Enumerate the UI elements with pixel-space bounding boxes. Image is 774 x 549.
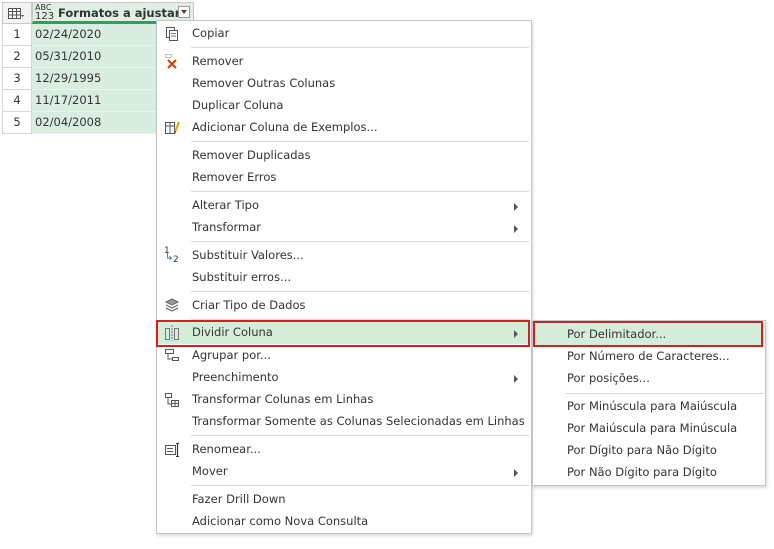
menu-item-copy[interactable]: Copiar	[158, 23, 530, 45]
row-number[interactable]: 1	[2, 24, 32, 46]
submenu-item-digit-to-non-digit[interactable]: Por Dígito para Não Dígito	[534, 440, 764, 462]
submenu-item-label: Por Dígito para Não Dígito	[567, 443, 717, 457]
menu-item-group-by[interactable]: Agrupar por...	[158, 345, 530, 367]
submenu-item-by-positions[interactable]: Por posições...	[534, 368, 764, 390]
unpivot-icon	[165, 393, 179, 407]
menu-item-label: Remover	[192, 54, 244, 68]
replace-values-icon: 1 ↳ 2	[164, 246, 179, 265]
menu-item-add-as-new-query[interactable]: Adicionar como Nova Consulta	[158, 511, 530, 533]
submenu-arrow-icon	[514, 203, 518, 211]
menu-item-rename[interactable]: Renomear...	[158, 439, 530, 461]
submenu-item-label: Por Minúscula para Maiúscula	[567, 399, 738, 413]
menu-item-replace-errors[interactable]: Substituir erros...	[158, 267, 530, 289]
row-number[interactable]: 4	[2, 90, 32, 112]
column-from-examples-icon	[165, 121, 180, 134]
menu-separator	[191, 291, 529, 292]
highlight-callout-by-delimiter	[533, 321, 763, 347]
rename-icon	[165, 443, 179, 457]
menu-item-label: Substituir erros...	[192, 270, 292, 284]
menu-separator	[191, 435, 529, 436]
menu-item-drill-down[interactable]: Fazer Drill Down	[158, 489, 530, 511]
menu-separator	[191, 485, 529, 486]
menu-item-label: Substituir Valores...	[192, 248, 304, 262]
menu-item-remove[interactable]: Remover	[158, 51, 530, 73]
highlight-callout-split-column	[156, 320, 530, 347]
menu-item-remove-duplicates[interactable]: Remover Duplicadas	[158, 145, 530, 167]
submenu-separator	[566, 393, 764, 394]
menu-item-label: Adicionar Coluna de Exemplos...	[192, 120, 378, 134]
menu-item-unpivot-selected-columns[interactable]: Transformar Somente as Colunas Seleciona…	[158, 411, 530, 433]
submenu-item-label: Por posições...	[567, 371, 650, 385]
submenu-item-label: Por Número de Caracteres...	[567, 349, 730, 363]
remove-column-icon	[165, 54, 177, 69]
column-title: Formatos a ajustar	[58, 6, 181, 20]
menu-item-unpivot-columns[interactable]: Transformar Colunas em Linhas	[158, 389, 530, 411]
menu-item-label: Copiar	[192, 26, 230, 40]
copy-icon	[166, 27, 178, 41]
data-type-icon	[164, 298, 180, 312]
menu-separator	[191, 191, 529, 192]
menu-item-label: Remover Outras Colunas	[192, 76, 336, 90]
menu-item-create-data-type[interactable]: Criar Tipo de Dados	[158, 295, 530, 317]
menu-item-label: Transformar Somente as Colunas Seleciona…	[192, 414, 525, 428]
row-number[interactable]: 2	[2, 46, 32, 68]
menu-item-label: Fazer Drill Down	[192, 492, 286, 506]
menu-item-label: Duplicar Coluna	[192, 98, 284, 112]
submenu-item-by-number-of-characters[interactable]: Por Número de Caracteres...	[534, 346, 764, 368]
menu-item-remove-errors[interactable]: Remover Erros	[158, 167, 530, 189]
table-icon	[8, 8, 24, 19]
type-icon-123: 123	[35, 11, 55, 22]
submenu-item-non-digit-to-digit[interactable]: Por Não Dígito para Dígito	[534, 462, 764, 484]
menu-item-label: Mover	[192, 464, 228, 478]
menu-item-label: Criar Tipo de Dados	[192, 298, 306, 312]
menu-item-label: Remover Duplicadas	[192, 148, 311, 162]
submenu-item-uppercase-to-lowercase[interactable]: Por Maiúscula para Minúscula	[534, 418, 764, 440]
any-type-icon[interactable]: ABC 123	[35, 4, 55, 22]
column-filter-dropdown-icon[interactable]	[178, 6, 190, 18]
column-context-menu: Copiar Remover Remover Outras Colunas Du…	[156, 20, 532, 534]
menu-item-label: Remover Erros	[192, 170, 277, 184]
menu-item-label: Renomear...	[192, 442, 261, 456]
submenu-item-lowercase-to-uppercase[interactable]: Por Minúscula para Maiúscula	[534, 396, 764, 418]
table-menu-button[interactable]	[2, 2, 32, 24]
menu-item-replace-values[interactable]: 1 ↳ 2 Substituir Valores...	[158, 245, 530, 267]
menu-item-move[interactable]: Mover	[158, 461, 530, 483]
row-number[interactable]: 3	[2, 68, 32, 90]
submenu-arrow-icon	[514, 375, 518, 383]
menu-item-remove-other-columns[interactable]: Remover Outras Colunas	[158, 73, 530, 95]
menu-separator	[191, 141, 529, 142]
menu-item-label: Agrupar por...	[192, 348, 271, 362]
menu-item-add-column-from-examples[interactable]: Adicionar Coluna de Exemplos...	[158, 117, 530, 139]
submenu-item-label: Por Maiúscula para Minúscula	[567, 421, 738, 435]
replace-icon-digit-bottom: 2	[173, 255, 179, 265]
menu-item-label: Transformar	[192, 220, 261, 234]
menu-item-fill[interactable]: Preenchimento	[158, 367, 530, 389]
menu-item-change-type[interactable]: Alterar Tipo	[158, 195, 530, 217]
menu-item-label: Preenchimento	[192, 370, 279, 384]
menu-separator	[191, 47, 529, 48]
menu-item-duplicate-column[interactable]: Duplicar Coluna	[158, 95, 530, 117]
submenu-arrow-icon	[514, 469, 518, 477]
menu-item-transform[interactable]: Transformar	[158, 217, 530, 239]
submenu-arrow-icon	[514, 225, 518, 233]
submenu-item-label: Por Não Dígito para Dígito	[567, 465, 717, 479]
row-number[interactable]: 5	[2, 112, 32, 134]
menu-item-label: Adicionar como Nova Consulta	[192, 514, 369, 528]
menu-separator	[191, 241, 529, 242]
menu-item-label: Alterar Tipo	[192, 198, 260, 212]
group-by-icon	[165, 349, 179, 361]
menu-item-label: Transformar Colunas em Linhas	[192, 392, 374, 406]
